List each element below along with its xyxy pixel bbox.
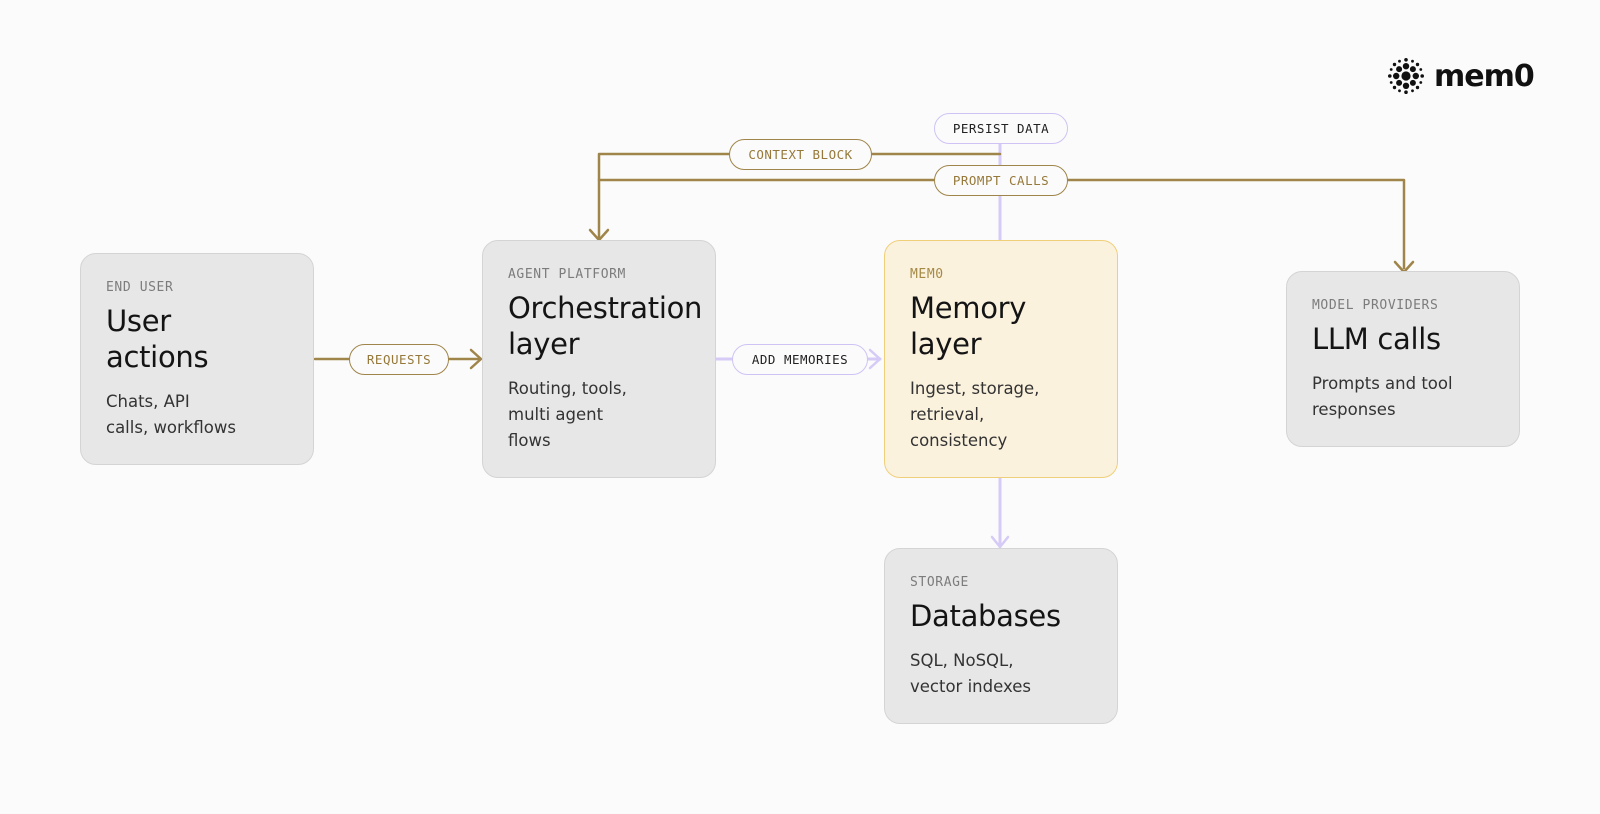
- node-model-providers: MODEL PROVIDERS LLM calls Prompts and to…: [1286, 271, 1520, 447]
- node-kicker: AGENT PLATFORM: [508, 267, 626, 282]
- mem0-flower-icon: [1388, 58, 1424, 94]
- node-description: Routing, tools, multi agent flows: [508, 379, 627, 450]
- node-description: SQL, NoSQL, vector indexes: [910, 651, 1031, 696]
- mem0-logo: mem0: [1388, 58, 1535, 94]
- node-description: Prompts and tool responses: [1312, 374, 1453, 419]
- edge-label-context-block: CONTEXT BLOCK: [729, 139, 872, 170]
- node-kicker: STORAGE: [910, 575, 969, 590]
- node-title: Orchestration layer: [508, 291, 703, 361]
- node-storage: STORAGE Databases SQL, NoSQL, vector ind…: [884, 548, 1118, 724]
- node-end-user: END USER User actions Chats, API calls, …: [80, 253, 314, 465]
- node-title: LLM calls: [1312, 322, 1441, 356]
- node-description: Ingest, storage, retrieval, consistency: [910, 379, 1040, 450]
- node-title: Databases: [910, 599, 1061, 633]
- node-agent-platform: AGENT PLATFORM Orchestration layer Routi…: [482, 240, 716, 478]
- edge-label-add-memories: ADD MEMORIES: [732, 344, 868, 375]
- logo-wordmark: mem0: [1434, 58, 1535, 94]
- node-description: Chats, API calls, workflows: [106, 392, 236, 437]
- node-title: Memory layer: [910, 291, 1027, 361]
- architecture-diagram: mem0 END USER User actions Chats, API ca…: [0, 0, 1600, 814]
- edge-label-requests: REQUESTS: [349, 344, 449, 375]
- node-kicker: MEM0: [910, 267, 944, 282]
- edge-label-persist-data: PERSIST DATA: [934, 113, 1068, 144]
- node-memory-layer: MEM0 Memory layer Ingest, storage, retri…: [884, 240, 1118, 478]
- edge-label-prompt-calls: PROMPT CALLS: [934, 165, 1068, 196]
- node-title: User actions: [106, 304, 209, 374]
- node-kicker: END USER: [106, 280, 174, 295]
- node-kicker: MODEL PROVIDERS: [1312, 298, 1439, 313]
